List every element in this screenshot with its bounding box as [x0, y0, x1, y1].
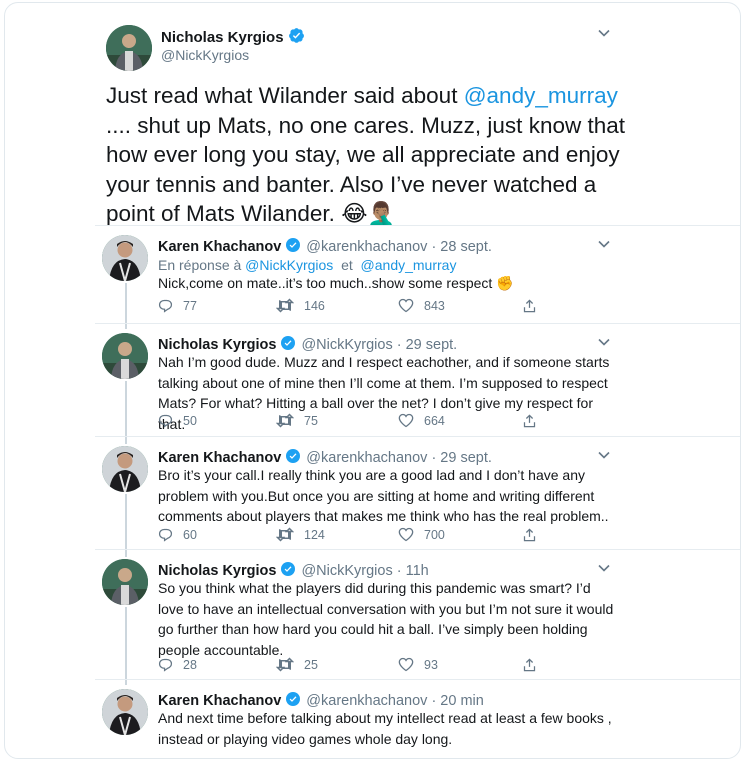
reply-text: And next time before talking about my in… — [158, 710, 612, 747]
author-name[interactable]: Karen Khachanov — [158, 239, 281, 255]
retweet-icon — [276, 657, 294, 672]
divider — [95, 549, 740, 550]
reply-button[interactable]: 50 — [158, 413, 197, 428]
heart-icon — [398, 657, 414, 672]
mention-link[interactable]: @NickKyrgios — [245, 257, 333, 273]
divider — [95, 225, 740, 226]
reply-icon — [158, 414, 173, 428]
action-bar: 77 146 843 — [158, 298, 558, 316]
author-name[interactable]: Karen Khachanov — [158, 693, 281, 709]
tweet-text-part: Just read what Wilander said about — [106, 83, 464, 108]
action-bar: 28 25 93 — [158, 657, 558, 675]
retweet-button[interactable]: 124 — [276, 527, 325, 542]
mention-link[interactable]: @andy_murray — [361, 257, 457, 273]
reply-context-and: et — [333, 257, 361, 273]
reply-button[interactable]: 77 — [158, 298, 197, 313]
avatar-nicholas-kyrgios[interactable] — [106, 25, 152, 71]
tweet-thread-card: Nicholas Kyrgios @NickKyrgios Just read … — [4, 2, 741, 759]
reply-text: Bro it’s your call.I really think you ar… — [158, 467, 609, 525]
avatar-karen-khachanov[interactable] — [102, 689, 148, 735]
like-count: 93 — [424, 657, 438, 672]
reply-icon — [158, 658, 173, 672]
reply-count: 50 — [183, 413, 197, 428]
author-handle[interactable]: @NickKyrgios — [161, 47, 249, 63]
author-meta[interactable]: @karenkhachanov · 29 sept. — [306, 450, 492, 466]
share-button[interactable] — [522, 527, 547, 543]
action-bar: 50 75 664 — [158, 413, 558, 431]
mention-link[interactable]: @andy_murray — [464, 83, 618, 108]
avatar-karen-khachanov[interactable] — [102, 446, 148, 492]
like-button[interactable]: 664 — [398, 413, 445, 428]
divider — [95, 436, 740, 437]
avatar-karen-khachanov[interactable] — [102, 235, 148, 281]
like-count: 700 — [424, 527, 445, 542]
reply-text: So you think what the players did during… — [158, 580, 614, 658]
thread-line — [125, 494, 127, 557]
share-icon — [523, 414, 536, 428]
share-icon — [523, 299, 536, 313]
heart-icon — [398, 298, 414, 313]
reply-text: Nick,come on mate..it’s too much..show s… — [158, 275, 514, 291]
author-name[interactable]: Nicholas Kyrgios — [158, 337, 276, 353]
author-name[interactable]: Nicholas Kyrgios — [161, 29, 284, 46]
share-button[interactable] — [522, 413, 547, 429]
main-tweet-text: Just read what Wilander said about @andy… — [106, 81, 626, 230]
thread-line — [125, 381, 127, 444]
retweet-icon — [276, 527, 294, 542]
retweet-icon — [276, 413, 294, 428]
reply-context: En réponse à @NickKyrgios et @andy_murra… — [158, 257, 456, 273]
reply-count: 77 — [183, 298, 197, 313]
emoji-laugh-facepalm: 😂🤦🏽‍♂️ — [341, 201, 396, 228]
avatar-nicholas-kyrgios[interactable] — [102, 559, 148, 605]
share-icon — [523, 658, 536, 672]
like-count: 843 — [424, 298, 445, 313]
chevron-down-icon[interactable] — [597, 448, 611, 465]
like-button[interactable]: 93 — [398, 657, 438, 672]
author-meta[interactable]: @karenkhachanov · 20 min — [306, 693, 484, 709]
retweet-count: 146 — [304, 298, 325, 313]
action-bar: 60 124 700 — [158, 527, 558, 545]
retweet-button[interactable]: 25 — [276, 657, 318, 672]
verified-badge-icon — [288, 27, 305, 48]
reply-button[interactable]: 28 — [158, 657, 197, 672]
retweet-icon — [276, 298, 294, 313]
like-button[interactable]: 700 — [398, 527, 445, 542]
chevron-down-icon[interactable] — [597, 237, 611, 254]
reply-icon — [158, 299, 173, 313]
avatar-nicholas-kyrgios[interactable] — [102, 333, 148, 379]
author-meta[interactable]: @karenkhachanov · 28 sept. — [306, 239, 492, 255]
chevron-down-icon[interactable] — [597, 26, 611, 43]
share-icon — [523, 528, 536, 542]
author-name[interactable]: Karen Khachanov — [158, 450, 281, 466]
retweet-count: 25 — [304, 657, 318, 672]
like-button[interactable]: 843 — [398, 298, 445, 313]
author-meta[interactable]: @NickKyrgios · 29 sept. — [301, 337, 457, 353]
reply-count: 60 — [183, 527, 197, 542]
retweet-count: 124 — [304, 527, 325, 542]
share-button[interactable] — [522, 298, 547, 314]
reply-context-prefix: En réponse à — [158, 257, 246, 273]
reply-icon — [158, 528, 173, 542]
retweet-button[interactable]: 146 — [276, 298, 325, 313]
divider — [95, 679, 740, 680]
author-name[interactable]: Nicholas Kyrgios — [158, 563, 276, 579]
reply-count: 28 — [183, 657, 197, 672]
reply-button[interactable]: 60 — [158, 527, 197, 542]
retweet-count: 75 — [304, 413, 318, 428]
thread-line — [125, 607, 127, 685]
like-count: 664 — [424, 413, 445, 428]
chevron-down-icon[interactable] — [597, 335, 611, 352]
author-meta[interactable]: @NickKyrgios · 11h — [301, 563, 428, 579]
verified-badge-icon — [285, 237, 301, 257]
chevron-down-icon[interactable] — [597, 561, 611, 578]
divider — [95, 323, 740, 324]
retweet-button[interactable]: 75 — [276, 413, 318, 428]
main-tweet[interactable]: Nicholas Kyrgios @NickKyrgios Just read … — [5, 3, 740, 227]
heart-icon — [398, 527, 414, 542]
share-button[interactable] — [522, 657, 547, 673]
heart-icon — [398, 413, 414, 428]
